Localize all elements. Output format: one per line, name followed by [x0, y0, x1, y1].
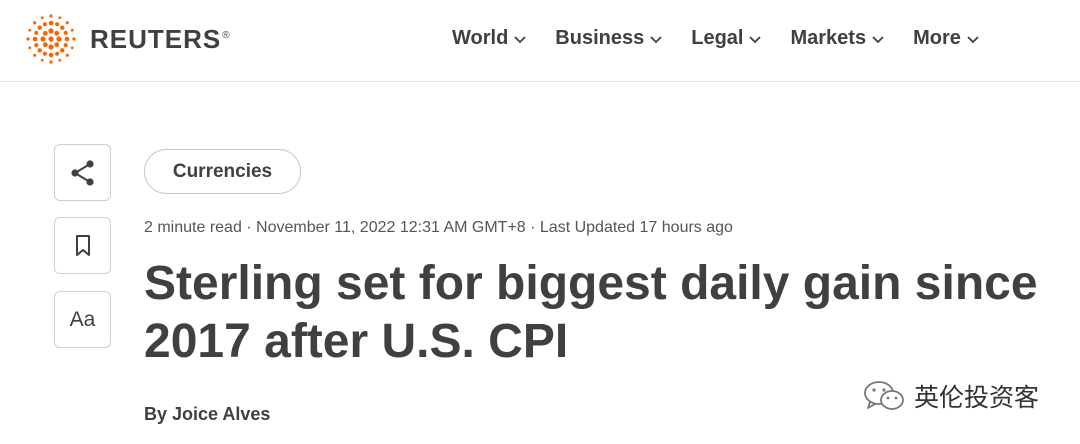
- text-size-button[interactable]: Aa: [54, 291, 111, 348]
- share-icon: [70, 159, 94, 186]
- watermark-text: 英伦投资客: [914, 383, 1040, 412]
- reuters-logo[interactable]: REUTERS®: [24, 14, 231, 64]
- nav-item-business[interactable]: Business: [555, 27, 663, 50]
- text-size-icon: Aa: [69, 307, 96, 331]
- nav-item-world[interactable]: World: [452, 27, 527, 50]
- chevron-down-icon: [514, 35, 526, 43]
- article-title: Sterling set for biggest daily gain sinc…: [144, 257, 1038, 368]
- topic-tag-currencies[interactable]: Currencies: [144, 149, 301, 194]
- article-meta: 2 minute read · November 11, 2022 12:31 …: [144, 219, 733, 236]
- reuters-wordmark-text: REUTERS: [90, 23, 222, 54]
- article-byline[interactable]: By Joice Alves: [144, 404, 270, 425]
- chevron-down-icon: [967, 35, 979, 43]
- bookmark-button[interactable]: [54, 217, 111, 274]
- chevron-down-icon: [650, 35, 662, 43]
- wechat-icon: [864, 381, 904, 410]
- reuters-logo-mark: [26, 14, 76, 64]
- main-nav: World Business Legal Markets More: [452, 27, 980, 50]
- nav-label: Legal: [691, 27, 744, 49]
- nav-label: World: [452, 27, 509, 49]
- registered-mark: ®: [222, 29, 231, 41]
- reuters-wordmark: REUTERS®: [90, 24, 231, 55]
- nav-item-legal[interactable]: Legal: [691, 27, 762, 50]
- nav-item-more[interactable]: More: [913, 27, 980, 50]
- nav-label: Markets: [790, 27, 867, 49]
- chevron-down-icon: [749, 35, 762, 43]
- nav-label: More: [913, 27, 961, 49]
- site-header: REUTERS® World Business Legal Markets Mo…: [0, 0, 1080, 82]
- chevron-down-icon: [872, 35, 884, 43]
- wechat-watermark: 英伦投资客: [862, 378, 1039, 414]
- nav-label: Business: [555, 27, 645, 49]
- nav-item-markets[interactable]: Markets: [790, 27, 885, 50]
- share-button[interactable]: [54, 144, 111, 201]
- bookmark-icon: [75, 234, 90, 256]
